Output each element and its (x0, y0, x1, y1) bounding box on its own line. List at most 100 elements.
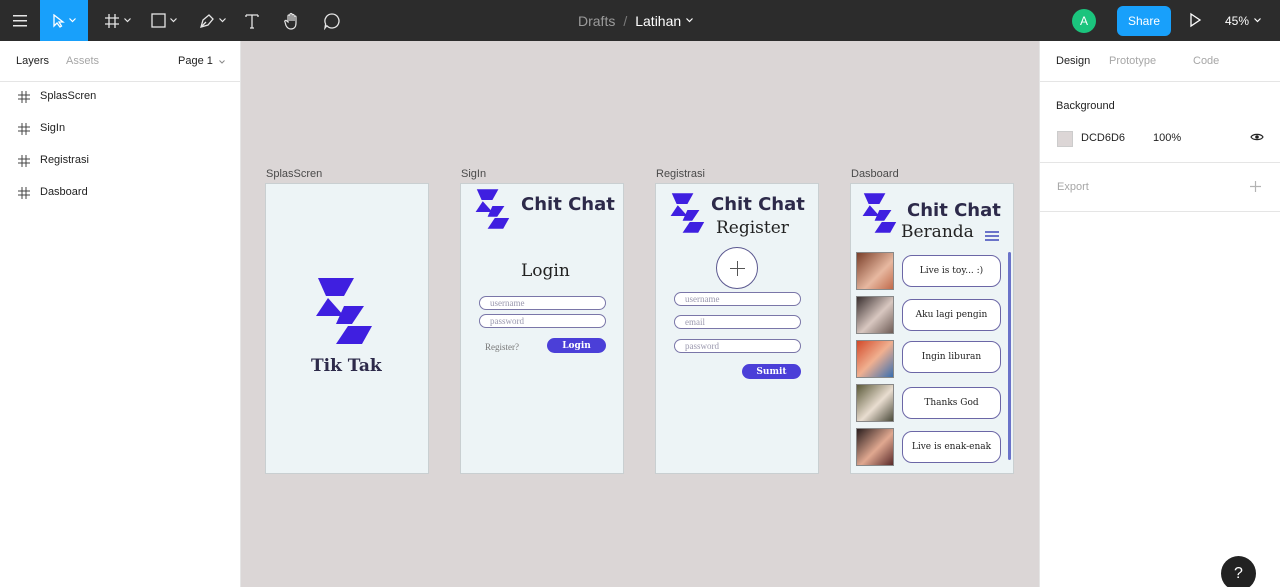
play-icon (1190, 12, 1202, 28)
page-selector[interactable]: Page 1 (178, 55, 225, 67)
export-section-title: Export (1057, 181, 1089, 193)
frame-icon (18, 187, 30, 199)
pen-tool-button[interactable] (195, 0, 229, 41)
chat-bubble[interactable]: Live is enak-enak (902, 431, 1001, 463)
layer-item-splasscren[interactable]: SplasScren (0, 81, 240, 113)
user-avatar[interactable]: A (1072, 9, 1096, 33)
avatar[interactable] (856, 340, 894, 378)
splash-app-name: Tik Tak (311, 356, 382, 376)
background-opacity-input[interactable]: 100% (1153, 132, 1181, 144)
app-logo-icon (316, 278, 372, 344)
layer-label: Registrasi (40, 154, 89, 166)
beranda-heading: Beranda (901, 222, 974, 242)
login-heading: Login (521, 261, 570, 281)
app-logo-icon (862, 193, 897, 233)
tab-prototype[interactable]: Prototype (1109, 55, 1156, 67)
right-panel-tabs: Design Prototype Code (1040, 41, 1280, 82)
chat-bubble[interactable]: Aku lagi pengin (902, 299, 1001, 331)
frame-icon (104, 13, 119, 28)
breadcrumb-drafts[interactable]: Drafts (578, 13, 615, 29)
frame-label-registrasi[interactable]: Registrasi (656, 168, 705, 180)
register-heading: Register (716, 218, 789, 238)
frame-label-sigin[interactable]: SigIn (461, 168, 486, 180)
scrollbar[interactable] (1008, 252, 1011, 460)
password-field[interactable]: password (479, 314, 606, 328)
menu-icon[interactable] (985, 231, 999, 243)
main-menu-button[interactable] (0, 0, 40, 41)
frame-registrasi[interactable]: Chit Chat Register username email passwo… (655, 183, 819, 474)
background-color-swatch[interactable] (1057, 131, 1073, 147)
background-hex-input[interactable]: DCD6D6 (1081, 132, 1125, 144)
text-icon (245, 13, 259, 29)
chat-bubble[interactable]: Ingin liburan (902, 341, 1001, 373)
layer-label: SigIn (40, 122, 66, 134)
comment-icon (324, 12, 340, 30)
submit-button[interactable]: Sumit (742, 364, 801, 379)
avatar[interactable] (856, 296, 894, 334)
username-field[interactable]: username (674, 292, 801, 306)
page-selector-label: Page 1 (178, 55, 213, 67)
chevron-down-icon (170, 18, 177, 23)
background-section-title: Background (1056, 100, 1115, 112)
hamburger-icon (13, 14, 27, 26)
email-field[interactable]: email (674, 315, 801, 329)
zoom-dropdown[interactable]: 45% (1225, 0, 1261, 41)
avatar[interactable] (856, 384, 894, 422)
register-link[interactable]: Register? (485, 342, 519, 352)
hand-tool-button[interactable] (280, 0, 304, 41)
add-photo-button[interactable] (716, 247, 758, 289)
avatar[interactable] (856, 428, 894, 466)
app-logo-icon (670, 193, 705, 233)
layer-item-dasboard[interactable]: Dasboard (0, 177, 240, 209)
chevron-down-icon[interactable] (686, 18, 694, 23)
frame-icon (18, 155, 30, 167)
password-field[interactable]: password (674, 339, 801, 353)
chat-bubble[interactable]: Live is toy... :) (902, 255, 1001, 287)
frame-icon (18, 123, 30, 135)
eye-icon[interactable] (1250, 132, 1264, 142)
layer-item-registrasi[interactable]: Registrasi (0, 145, 240, 177)
layer-label: Dasboard (40, 186, 88, 198)
frame-label-dasboard[interactable]: Dasboard (851, 168, 899, 180)
comment-tool-button[interactable] (320, 0, 344, 41)
add-export-icon[interactable] (1250, 181, 1261, 192)
chevron-down-icon (219, 60, 225, 64)
frame-tool-button[interactable] (100, 0, 134, 41)
chevron-down-icon (1254, 18, 1261, 23)
top-toolbar: Drafts / Latihan A Share 45% (0, 0, 1280, 41)
rectangle-icon (151, 13, 166, 28)
chevron-down-icon (123, 18, 131, 23)
chevron-down-icon (68, 18, 76, 23)
move-tool-button[interactable] (40, 0, 88, 41)
tab-layers[interactable]: Layers (16, 55, 49, 67)
register-app-name: Chit Chat (711, 194, 805, 215)
chevron-down-icon (218, 18, 226, 23)
signin-app-name: Chit Chat (521, 194, 615, 215)
layers-panel: Layers Assets Page 1 SplasScren SigIn Re… (0, 41, 241, 587)
chat-bubble[interactable]: Thanks God (902, 387, 1001, 419)
frame-icon (18, 91, 30, 103)
design-canvas[interactable]: SplasScren Tik Tak SigIn Chit Chat Login… (241, 41, 1039, 587)
shape-tool-button[interactable] (146, 0, 182, 41)
layer-label: SplasScren (40, 90, 97, 102)
tab-code[interactable]: Code (1193, 55, 1219, 67)
file-name[interactable]: Latihan (635, 13, 681, 29)
layer-item-sigin[interactable]: SigIn (0, 113, 240, 145)
share-button[interactable]: Share (1117, 6, 1171, 36)
login-button[interactable]: Login (547, 338, 606, 353)
zoom-level: 45% (1225, 13, 1250, 28)
tab-design[interactable]: Design (1056, 55, 1090, 67)
avatar[interactable] (856, 252, 894, 290)
tab-assets[interactable]: Assets (66, 55, 99, 67)
text-tool-button[interactable] (240, 0, 264, 41)
help-button[interactable]: ? (1221, 556, 1256, 587)
divider (1040, 162, 1280, 163)
frame-splasscren[interactable]: Tik Tak (265, 183, 429, 474)
present-button[interactable] (1188, 12, 1202, 31)
frame-dasboard[interactable]: Chit Chat Beranda Live is toy... :) Aku … (850, 183, 1014, 474)
username-field[interactable]: username (479, 296, 606, 310)
cursor-icon (52, 13, 65, 28)
frame-label-splasscren[interactable]: SplasScren (266, 168, 322, 180)
frame-sigin[interactable]: Chit Chat Login username password Regist… (460, 183, 624, 474)
breadcrumb-separator: / (623, 12, 628, 29)
